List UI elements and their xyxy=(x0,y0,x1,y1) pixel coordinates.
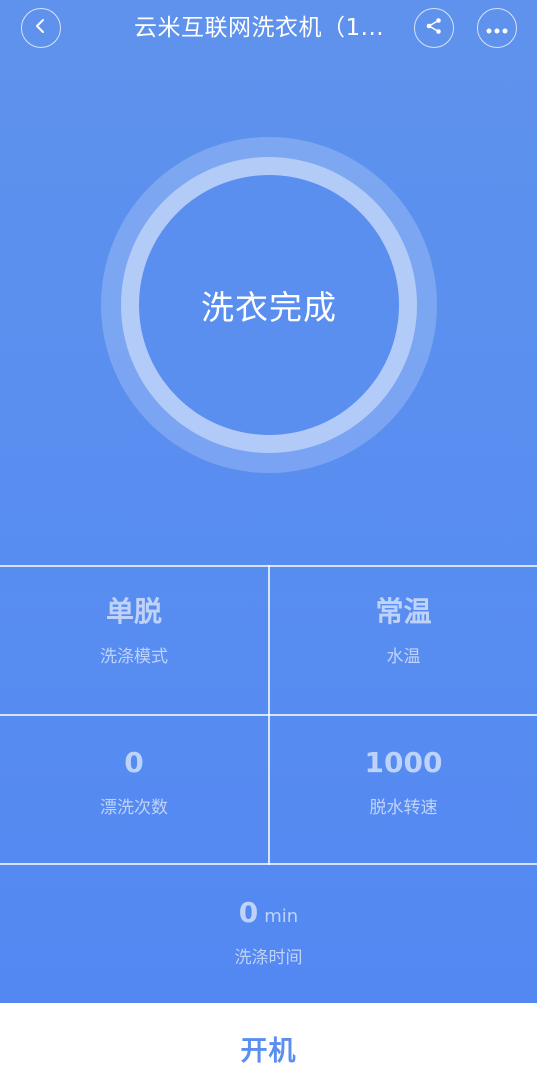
header: 云米互联网洗衣机（1... xyxy=(0,0,537,56)
spin-speed-cell[interactable]: 1000 脱水转速 xyxy=(270,743,537,818)
more-horizontal-icon xyxy=(486,19,508,38)
share-icon xyxy=(425,17,443,39)
spin-speed-value: 1000 xyxy=(364,746,443,779)
water-temp-value: 常温 xyxy=(375,595,432,628)
water-temp-label: 水温 xyxy=(386,647,421,667)
status-ring-center: 洗衣完成 xyxy=(139,175,399,435)
more-button[interactable] xyxy=(477,8,517,48)
share-button[interactable] xyxy=(414,8,454,48)
spin-speed-label: 脱水转速 xyxy=(369,798,438,818)
wash-time-label: 洗涤时间 xyxy=(234,948,303,968)
water-temp-cell[interactable]: 常温 水温 xyxy=(270,592,537,667)
wash-mode-label: 洗涤模式 xyxy=(100,647,168,667)
rinse-count-label: 漂洗次数 xyxy=(100,798,168,818)
wash-status-text: 洗衣完成 xyxy=(201,288,337,327)
page-title: 云米互联网洗衣机（1... xyxy=(134,15,385,41)
wash-time-cell[interactable]: 0 min 洗涤时间 xyxy=(0,893,537,968)
power-on-label: 开机 xyxy=(240,1035,297,1067)
chevron-left-icon xyxy=(33,18,49,38)
back-button[interactable] xyxy=(21,8,61,48)
rinse-count-cell[interactable]: 0 漂洗次数 xyxy=(0,743,268,818)
wash-time-value-row: 0 min xyxy=(239,893,298,933)
wash-mode-value: 单脱 xyxy=(105,595,162,628)
wash-time-value: 0 xyxy=(238,896,259,929)
rinse-count-value: 0 xyxy=(124,746,144,779)
wash-time-unit: min xyxy=(264,906,299,927)
power-on-button[interactable]: 开机 xyxy=(0,1003,537,1083)
washer-control-screen: 云米互联网洗衣机（1... 洗衣完成 单脱 洗涤模式 常温 水温 0 漂洗次数 … xyxy=(0,0,537,1003)
settings-grid: 单脱 洗涤模式 常温 水温 0 漂洗次数 1000 脱水转速 0 min 洗涤时间 xyxy=(0,565,537,1003)
wash-mode-cell[interactable]: 单脱 洗涤模式 xyxy=(0,592,268,667)
